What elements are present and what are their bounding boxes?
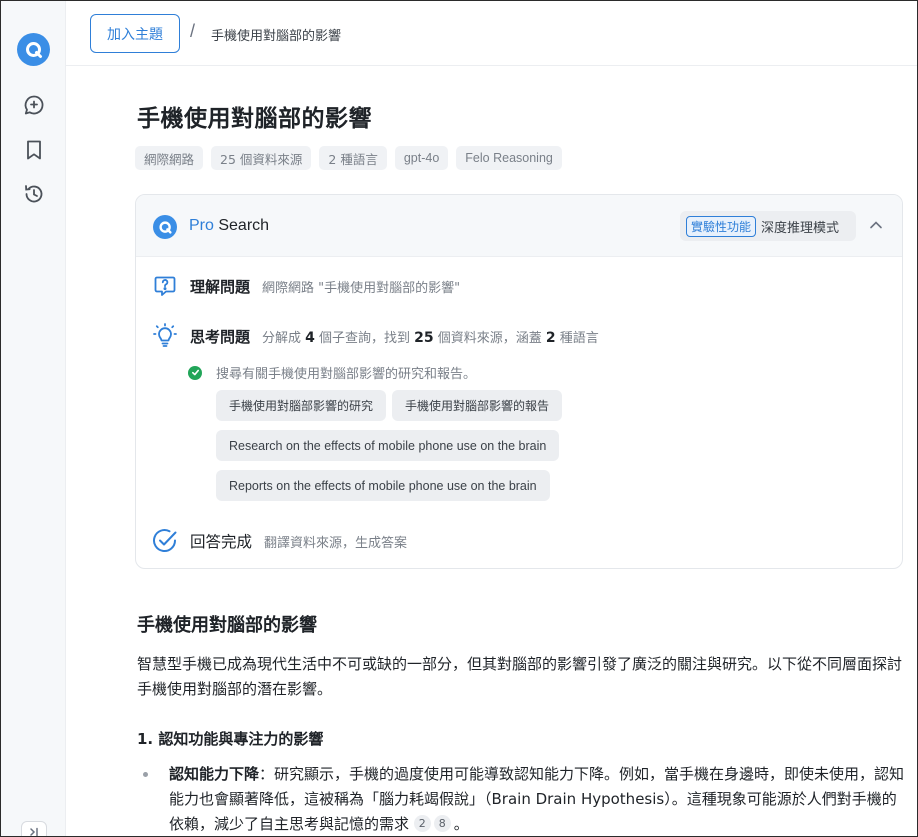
bookmark-icon[interactable]: [21, 137, 47, 163]
step-think-desc: 分解成 4 個子查詢，找到 25 個資料來源，涵蓋 2 種語言: [262, 327, 599, 346]
sub-step: 搜尋有關手機使用對腦部影響的研究和報告。: [188, 363, 476, 382]
history-icon[interactable]: [21, 181, 47, 207]
question-bubble-icon: [152, 273, 178, 299]
step-think-desc-part: 種語言: [555, 330, 599, 346]
section-heading: 1. 認知功能與專注力的影響: [137, 730, 324, 748]
subquery-count: 4: [305, 329, 315, 346]
query-chip[interactable]: 手機使用對腦部影響的研究: [216, 390, 387, 421]
pro-search-label: Pro Search: [189, 217, 269, 235]
pro-search-header[interactable]: Pro Search 實驗性功能 深度推理模式: [136, 195, 902, 257]
step-understand-desc: 網際網路 "手機使用對腦部的影響": [262, 280, 461, 296]
tag-source-count[interactable]: 25 個資料來源: [211, 146, 312, 170]
language-count: 2: [545, 329, 556, 346]
app-window: 加入主題 / 手機使用對腦部的影響 手機使用對腦部的影響 網際網路 25 個資料…: [0, 0, 918, 837]
experimental-badge: 實驗性功能: [686, 215, 757, 237]
check-circle-icon: [152, 528, 178, 554]
bullet-end: 。: [453, 815, 469, 833]
source-count: 25: [414, 329, 434, 346]
step-think: 思考問題 分解成 4 個子查詢，找到 25 個資料來源，涵蓋 2 種語言: [152, 323, 599, 349]
add-topic-button[interactable]: 加入主題: [90, 14, 180, 53]
step-understand: 理解問題 網際網路 "手機使用對腦部的影響": [152, 273, 460, 299]
answer-intro: 智慧型手機已成為現代生活中不可或缺的一部分，但其對腦部的影響引發了廣泛的關注與研…: [137, 655, 903, 698]
pro-search-panel: Pro Search 實驗性功能 深度推理模式 理解問題 網際網路 "手機使用對…: [135, 194, 903, 569]
new-chat-icon[interactable]: [21, 92, 47, 118]
felo-logo-icon: [153, 215, 177, 239]
step-understand-title: 理解問題: [190, 277, 251, 296]
query-chip[interactable]: Research on the effects of mobile phone …: [216, 430, 560, 461]
chevron-up-icon[interactable]: [868, 217, 884, 233]
bullet-body: ：研究顯示，手機的過度使用可能導致認知能力下降。例如，當手機在身邊時，即使未使用…: [169, 765, 905, 833]
tag-reasoning: Felo Reasoning: [456, 146, 562, 170]
citation-badge[interactable]: 8: [433, 815, 451, 832]
breadcrumb-separator: /: [190, 21, 196, 41]
top-bar: 加入主題 / 手機使用對腦部的影響: [66, 1, 917, 66]
step-done-desc: 翻譯資料來源，生成答案: [264, 535, 408, 551]
search-text: Search: [213, 217, 270, 234]
step-done-title: 回答完成: [190, 533, 253, 551]
tag-list: 網際網路 25 個資料來源 2 種語言 gpt-4o Felo Reasonin…: [135, 146, 562, 170]
step-think-title: 思考問題: [190, 327, 251, 346]
query-chip[interactable]: Reports on the effects of mobile phone u…: [216, 470, 550, 501]
check-icon: [188, 365, 202, 380]
step-done: 回答完成 翻譯資料來源，生成答案: [152, 528, 407, 554]
felo-logo-icon[interactable]: [17, 33, 50, 66]
bullet-dot: [143, 772, 148, 777]
page-title: 手機使用對腦部的影響: [137, 106, 372, 132]
tag-model: gpt-4o: [394, 146, 449, 170]
tag-language-count: 2 種語言: [319, 146, 387, 170]
step-think-desc-part: 個資料來源，涵蓋: [433, 330, 546, 346]
collapse-sidebar-icon[interactable]: [21, 821, 47, 836]
tag-source-type: 網際網路: [135, 146, 204, 170]
breadcrumb-title[interactable]: 手機使用對腦部的影響: [211, 25, 341, 44]
citation-badge[interactable]: 2: [413, 815, 431, 832]
bullet-item: 認知能力下降：研究顯示，手機的過度使用可能導致認知能力下降。例如，當手機在身邊時…: [169, 762, 909, 836]
step-think-desc-part: 個子查詢，找到: [314, 330, 415, 346]
reasoning-mode-label: 深度推理模式: [761, 220, 840, 236]
pro-text: Pro: [189, 217, 214, 234]
answer-heading: 手機使用對腦部的影響: [137, 615, 317, 636]
query-chip[interactable]: 手機使用對腦部影響的報告: [392, 390, 563, 421]
sub-step-text: 搜尋有關手機使用對腦部影響的研究和報告。: [216, 367, 477, 382]
step-think-desc-part: 分解成: [262, 330, 306, 346]
bullet-keyword: 認知能力下降: [169, 765, 260, 783]
reasoning-mode-box[interactable]: 實驗性功能 深度推理模式: [680, 211, 856, 241]
sidebar: [1, 1, 66, 836]
lightbulb-icon: [152, 323, 178, 349]
